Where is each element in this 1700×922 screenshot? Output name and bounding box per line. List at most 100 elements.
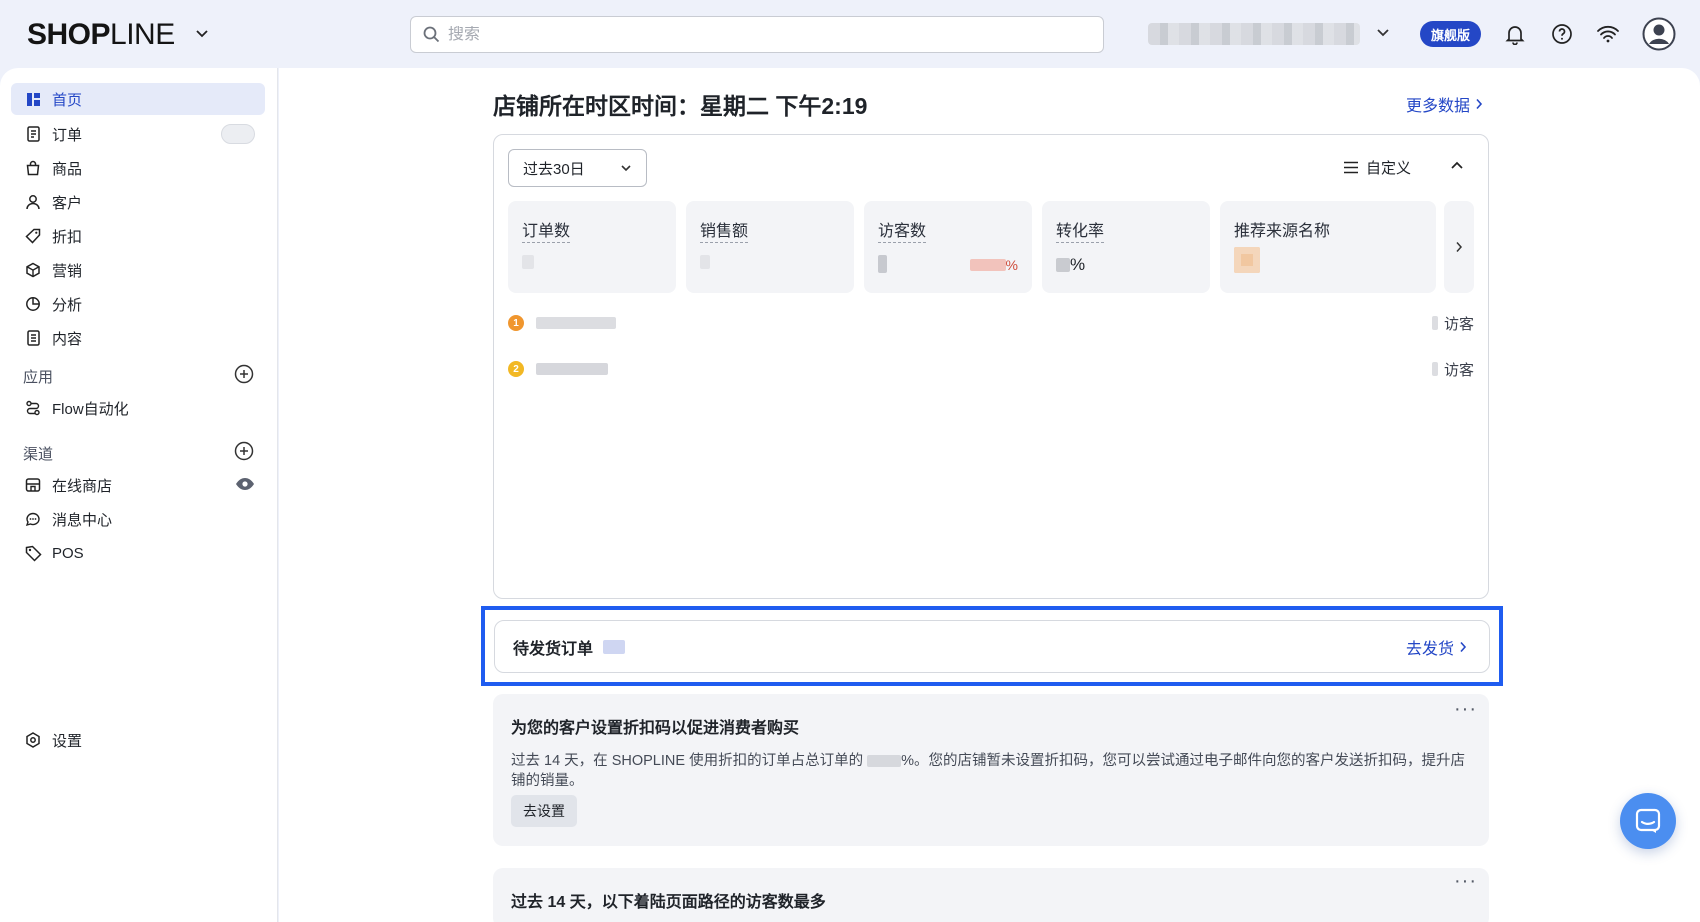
sidebar-item-label: 折扣 bbox=[52, 228, 83, 246]
chevron-right-icon bbox=[1456, 242, 1463, 252]
sidebar-item-analytics[interactable]: 分析 bbox=[11, 288, 265, 320]
chevron-up-icon[interactable] bbox=[1450, 159, 1464, 173]
metric-orders[interactable]: 订单数 bbox=[508, 201, 676, 293]
sidebar-item-products[interactable]: 商品 bbox=[11, 152, 265, 184]
chevron-down-icon[interactable] bbox=[1375, 24, 1391, 40]
tip-title: 为您的客户设置折扣码以促进消费者购买 bbox=[511, 720, 800, 737]
more-data-link[interactable]: 更多数据 bbox=[1406, 92, 1483, 116]
more-options-icon[interactable]: ··· bbox=[1454, 870, 1477, 893]
chevron-down-icon bbox=[621, 165, 631, 172]
pos-tag-icon bbox=[24, 544, 42, 562]
date-range-select[interactable]: 过去30日 bbox=[508, 149, 647, 187]
referrer-name-blurred bbox=[536, 363, 608, 375]
metric-label: 访客数 bbox=[878, 217, 927, 243]
avatar[interactable] bbox=[1642, 17, 1676, 51]
plan-badge: 旗舰版 bbox=[1420, 21, 1481, 47]
sidebar-item-label: 分析 bbox=[52, 296, 83, 314]
chart-pie-icon bbox=[24, 295, 42, 313]
metric-label: 转化率 bbox=[1056, 217, 1105, 243]
rank-badge: 1 bbox=[508, 315, 524, 331]
sidebar-item-home[interactable]: 首页 bbox=[11, 83, 265, 115]
go-setup-button[interactable]: 去设置 bbox=[511, 795, 577, 827]
bag-icon bbox=[24, 159, 42, 177]
discount-rate-blurred bbox=[867, 755, 902, 768]
sidebar-item-label: 内容 bbox=[52, 330, 83, 348]
metric-conversion[interactable]: 转化率 % bbox=[1042, 201, 1210, 293]
sidebar-item-discounts[interactable]: 折扣 bbox=[11, 220, 265, 252]
sidebar-item-label: 订单 bbox=[52, 126, 83, 144]
sidebar-item-label: 消息中心 bbox=[52, 511, 113, 529]
more-options-icon[interactable]: ··· bbox=[1454, 698, 1477, 721]
sidebar-item-marketing[interactable]: 营销 bbox=[11, 254, 265, 286]
shopline-logo[interactable]: SHOP LINE bbox=[27, 18, 208, 52]
rank-badge: 2 bbox=[508, 361, 524, 377]
pending-orders-card[interactable]: 待发货订单 去发货 bbox=[494, 620, 1490, 673]
bell-icon[interactable] bbox=[1503, 22, 1527, 46]
customize-label: 自定义 bbox=[1366, 160, 1412, 177]
store-icon bbox=[24, 476, 42, 494]
sidebar-item-label: 设置 bbox=[52, 732, 83, 750]
sidebar-item-pos[interactable]: POS bbox=[11, 537, 265, 569]
dashboard-icon bbox=[24, 90, 42, 108]
chevron-down-icon[interactable] bbox=[195, 26, 209, 40]
referrer-row: 1 访客 bbox=[508, 311, 1476, 335]
pending-orders-title: 待发货订单 bbox=[513, 640, 594, 658]
channels-section-title: 渠道 bbox=[23, 446, 54, 463]
tag-icon bbox=[24, 227, 42, 245]
cube-icon bbox=[24, 261, 42, 279]
user-icon bbox=[24, 193, 42, 211]
stats-card: 过去30日 自定义 订单数 销售额 访客数 % 转化率 % 推荐来源名称 1 访… bbox=[493, 134, 1489, 599]
sidebar-item-label: 营销 bbox=[52, 262, 83, 280]
eye-icon[interactable] bbox=[235, 477, 255, 491]
wifi-icon[interactable] bbox=[1596, 22, 1620, 46]
search-input[interactable] bbox=[448, 25, 1048, 44]
chat-fab-button[interactable] bbox=[1620, 793, 1676, 849]
apps-section-title: 应用 bbox=[23, 369, 54, 386]
metric-value-blurred: % bbox=[878, 255, 1018, 273]
referrer-name-blurred bbox=[536, 317, 616, 329]
metric-referrer[interactable]: 推荐来源名称 bbox=[1220, 201, 1436, 293]
metrics-next-button[interactable] bbox=[1444, 201, 1474, 293]
top-bar: SHOPLINE 旗舰版 bbox=[0, 0, 1700, 68]
list-icon bbox=[1344, 161, 1358, 174]
help-icon[interactable] bbox=[1550, 22, 1574, 46]
sidebar-item-customers[interactable]: 客户 bbox=[11, 186, 265, 218]
referrer-row: 2 访客 bbox=[508, 357, 1476, 381]
pending-count-blurred bbox=[603, 639, 626, 654]
tip-body-text: 过去 14 天，在 SHOPLINE 使用折扣的订单占总订单的 bbox=[511, 753, 864, 769]
referrer-unit: 访客 bbox=[1443, 315, 1474, 333]
sidebar-item-message-center[interactable]: 消息中心 bbox=[11, 503, 265, 535]
more-data-label: 更多数据 bbox=[1406, 98, 1471, 115]
go-ship-link[interactable]: 去发货 bbox=[1406, 635, 1467, 659]
store-name-blurred[interactable] bbox=[1148, 23, 1360, 45]
sidebar-item-label: 客户 bbox=[52, 194, 83, 212]
sidebar-item-settings[interactable]: 设置 bbox=[11, 724, 265, 756]
search-bar[interactable] bbox=[410, 16, 1104, 53]
visitors-change: % bbox=[969, 257, 1018, 273]
sidebar-item-flow[interactable]: Flow自动化 bbox=[11, 392, 265, 424]
value-suffix: % bbox=[1070, 255, 1086, 274]
customize-button[interactable]: 自定义 bbox=[1343, 157, 1411, 178]
landing-paths-card: ··· 过去 14 天，以下着陆页面路径的访客数最多 bbox=[493, 868, 1489, 922]
sidebar-item-orders[interactable]: 订单 bbox=[11, 118, 265, 150]
logo-text-shop: SHOP bbox=[27, 18, 111, 51]
sidebar-item-label: 商品 bbox=[52, 160, 83, 178]
chevron-right-icon bbox=[1460, 641, 1467, 652]
sidebar-item-label: POS bbox=[52, 544, 84, 562]
referrer-icon-blurred bbox=[1234, 247, 1260, 273]
date-range-value: 过去30日 bbox=[523, 160, 585, 178]
sidebar-item-content[interactable]: 内容 bbox=[11, 322, 265, 354]
metric-sales[interactable]: 销售额 bbox=[686, 201, 854, 293]
discount-tip-card: ··· 为您的客户设置折扣码以促进消费者购买 过去 14 天，在 SHOPLIN… bbox=[493, 694, 1489, 846]
search-icon bbox=[423, 26, 440, 43]
metric-visitors[interactable]: 访客数 % bbox=[864, 201, 1032, 293]
sidebar: 首页 订单 商品 客户 折扣 营销 分析 内容 应用 Flow自动化 渠道 在线… bbox=[0, 68, 278, 922]
metric-label: 订单数 bbox=[522, 217, 571, 243]
sidebar-item-online-store[interactable]: 在线商店 bbox=[11, 469, 265, 501]
add-app-icon[interactable] bbox=[234, 364, 254, 384]
landing-paths-title: 过去 14 天，以下着陆页面路径的访客数最多 bbox=[511, 894, 826, 911]
add-channel-icon[interactable] bbox=[234, 441, 254, 461]
metric-value-blurred bbox=[522, 255, 534, 269]
chat-icon bbox=[1635, 808, 1661, 833]
metric-value-blurred: % bbox=[1056, 255, 1085, 275]
